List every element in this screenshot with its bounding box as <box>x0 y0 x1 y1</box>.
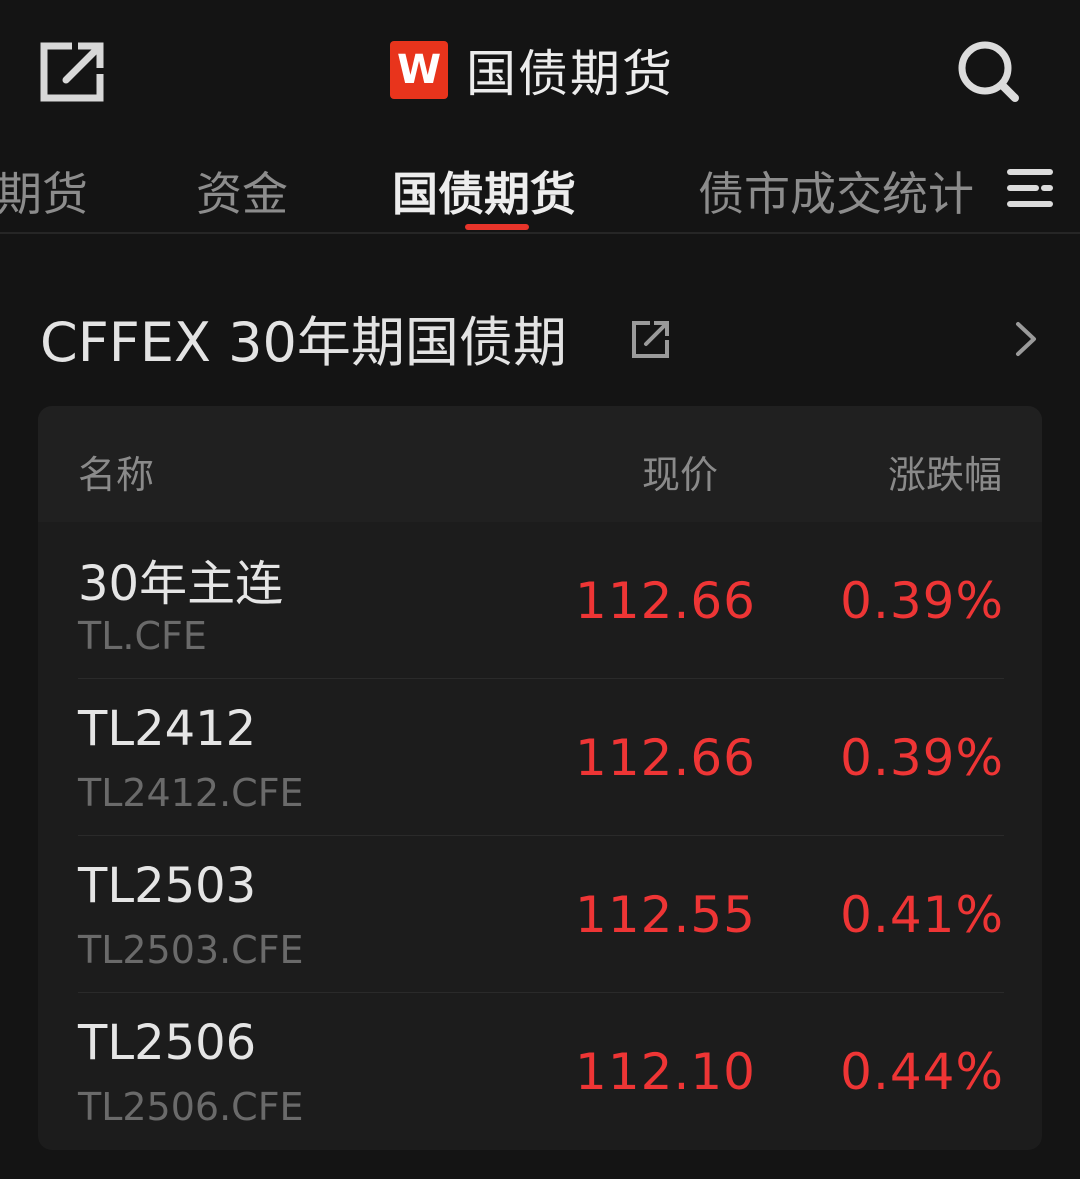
share-icon <box>632 321 669 358</box>
tab-menu-button[interactable] <box>1002 164 1058 212</box>
chevron-right-icon <box>1016 322 1036 356</box>
contract-price: 112.66 <box>575 729 756 787</box>
contract-code: TL2503.CFE <box>78 928 304 972</box>
tab-funds[interactable]: 资金 <box>196 158 288 224</box>
section-header[interactable]: CFFEX 30年期国债期 <box>40 298 1040 374</box>
quote-table: 名称 现价 涨跌幅 30年主连 TL.CFE 112.66 0.39% TL24… <box>38 406 1042 1150</box>
search-button[interactable] <box>955 38 1021 104</box>
contract-price: 112.66 <box>575 572 756 630</box>
page: W 国债期货 期货 资金 国债期货 债市成交统计 CFFEX 30年期国债期 名… <box>0 0 1080 1179</box>
table-row[interactable]: TL2503 TL2503.CFE 112.55 0.41% <box>78 836 1004 993</box>
contract-name: TL2506 <box>78 1015 257 1071</box>
page-title: 国债期货 <box>466 45 674 103</box>
section-title: CFFEX 30年期国债期 <box>40 311 567 374</box>
contract-name: TL2503 <box>78 858 257 914</box>
table-row[interactable]: TL2412 TL2412.CFE 112.66 0.39% <box>78 679 1004 836</box>
contract-price: 112.10 <box>575 1043 756 1101</box>
top-bar: W 国债期货 <box>0 0 1080 140</box>
table-header: 名称 现价 涨跌幅 <box>38 406 1042 522</box>
tab-treasury-futures[interactable]: 国债期货 <box>392 158 576 224</box>
contract-name: TL2412 <box>78 701 257 757</box>
table-row[interactable]: 30年主连 TL.CFE 112.66 0.39% <box>78 522 1004 679</box>
search-icon <box>958 41 1019 102</box>
table-row[interactable]: TL2506 TL2506.CFE 112.10 0.44% <box>78 993 1004 1150</box>
tab-bar: 期货 资金 国债期货 债市成交统计 <box>0 140 1080 234</box>
app-title-group: W 国债期货 <box>390 38 674 103</box>
contract-name: 30年主连 <box>78 556 284 612</box>
section-share-button[interactable] <box>630 318 672 360</box>
column-header-price[interactable]: 现价 <box>642 444 718 499</box>
contract-code: TL2506.CFE <box>78 1085 304 1129</box>
column-header-name[interactable]: 名称 <box>78 444 154 499</box>
column-header-change[interactable]: 涨跌幅 <box>888 444 1002 499</box>
contract-change: 0.39% <box>840 729 1004 787</box>
contract-code: TL2412.CFE <box>78 771 304 815</box>
contract-price: 112.55 <box>575 886 756 944</box>
active-tab-indicator <box>465 224 529 230</box>
app-logo: W <box>390 41 448 99</box>
contract-change: 0.39% <box>840 572 1004 630</box>
section-more-button[interactable] <box>1010 318 1040 360</box>
contract-change: 0.44% <box>840 1043 1004 1101</box>
share-icon <box>40 42 104 102</box>
share-button[interactable] <box>38 40 106 104</box>
contract-change: 0.41% <box>840 886 1004 944</box>
tab-bond-trading-stats[interactable]: 债市成交统计 <box>698 158 974 224</box>
tab-futures[interactable]: 期货 <box>0 158 88 224</box>
contract-code: TL.CFE <box>78 614 207 658</box>
menu-icon <box>1007 169 1053 207</box>
